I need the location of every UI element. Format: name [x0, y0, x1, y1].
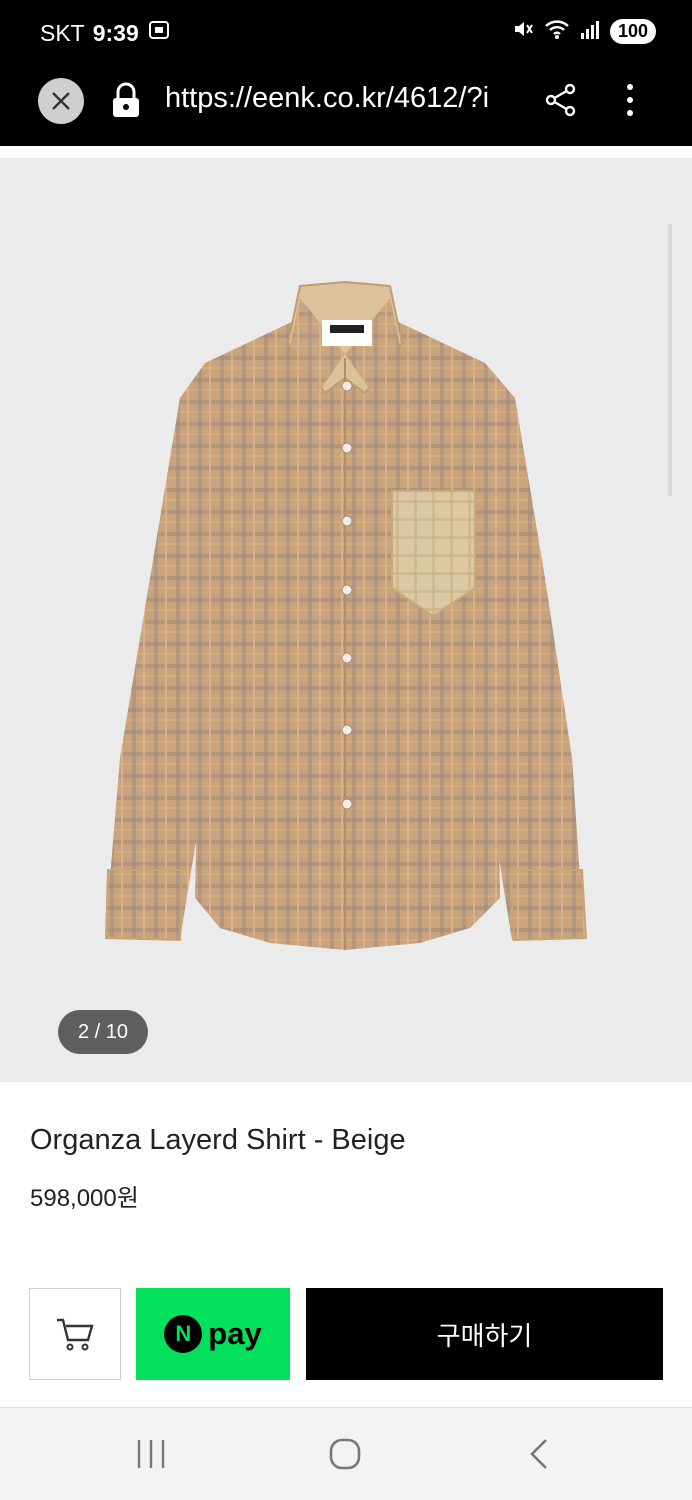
wifi-icon: [544, 18, 570, 45]
npay-logo-badge: N: [164, 1315, 203, 1353]
status-left: SKT 9:39: [40, 18, 171, 48]
carrier-label: SKT: [40, 19, 85, 46]
signal-icon: [580, 18, 600, 45]
url-field[interactable]: https://eenk.co.kr/4612/?i: [165, 82, 520, 115]
status-bar: SKT 9:39 100: [0, 0, 692, 64]
home-icon[interactable]: [328, 1438, 362, 1475]
npay-button[interactable]: N pay: [136, 1288, 290, 1380]
clock: 9:39: [92, 19, 139, 46]
add-to-cart-button[interactable]: [29, 1288, 121, 1380]
recent-apps-icon[interactable]: [136, 1438, 166, 1475]
more-icon[interactable]: [618, 82, 642, 123]
status-right: 100: [512, 18, 656, 45]
purchase-action-bar: N pay 구매하기: [0, 1268, 692, 1408]
product-title: Organza Layerd Shirt - Beige: [30, 1124, 406, 1156]
mute-icon: [512, 18, 534, 45]
screenshot-icon: [147, 18, 171, 48]
back-icon[interactable]: [526, 1438, 552, 1475]
system-nav-bar: [0, 1407, 692, 1500]
product-image-gallery[interactable]: 2 / 10: [0, 158, 692, 1082]
product-image: [104, 280, 588, 950]
product-price: 598,000원: [30, 1185, 139, 1212]
lock-icon: [110, 82, 142, 125]
npay-label: pay: [208, 1316, 262, 1351]
battery-indicator: 100: [609, 19, 656, 44]
buy-now-button[interactable]: 구매하기: [306, 1288, 663, 1380]
cart-icon: [57, 1318, 94, 1351]
gallery-scroll-indicator: [668, 224, 672, 496]
close-icon: [52, 92, 70, 110]
browser-toolbar: https://eenk.co.kr/4612/?i: [0, 64, 692, 146]
close-button[interactable]: [38, 78, 84, 124]
gallery-page-counter: 2 / 10: [58, 1010, 148, 1054]
share-icon[interactable]: [543, 82, 579, 123]
